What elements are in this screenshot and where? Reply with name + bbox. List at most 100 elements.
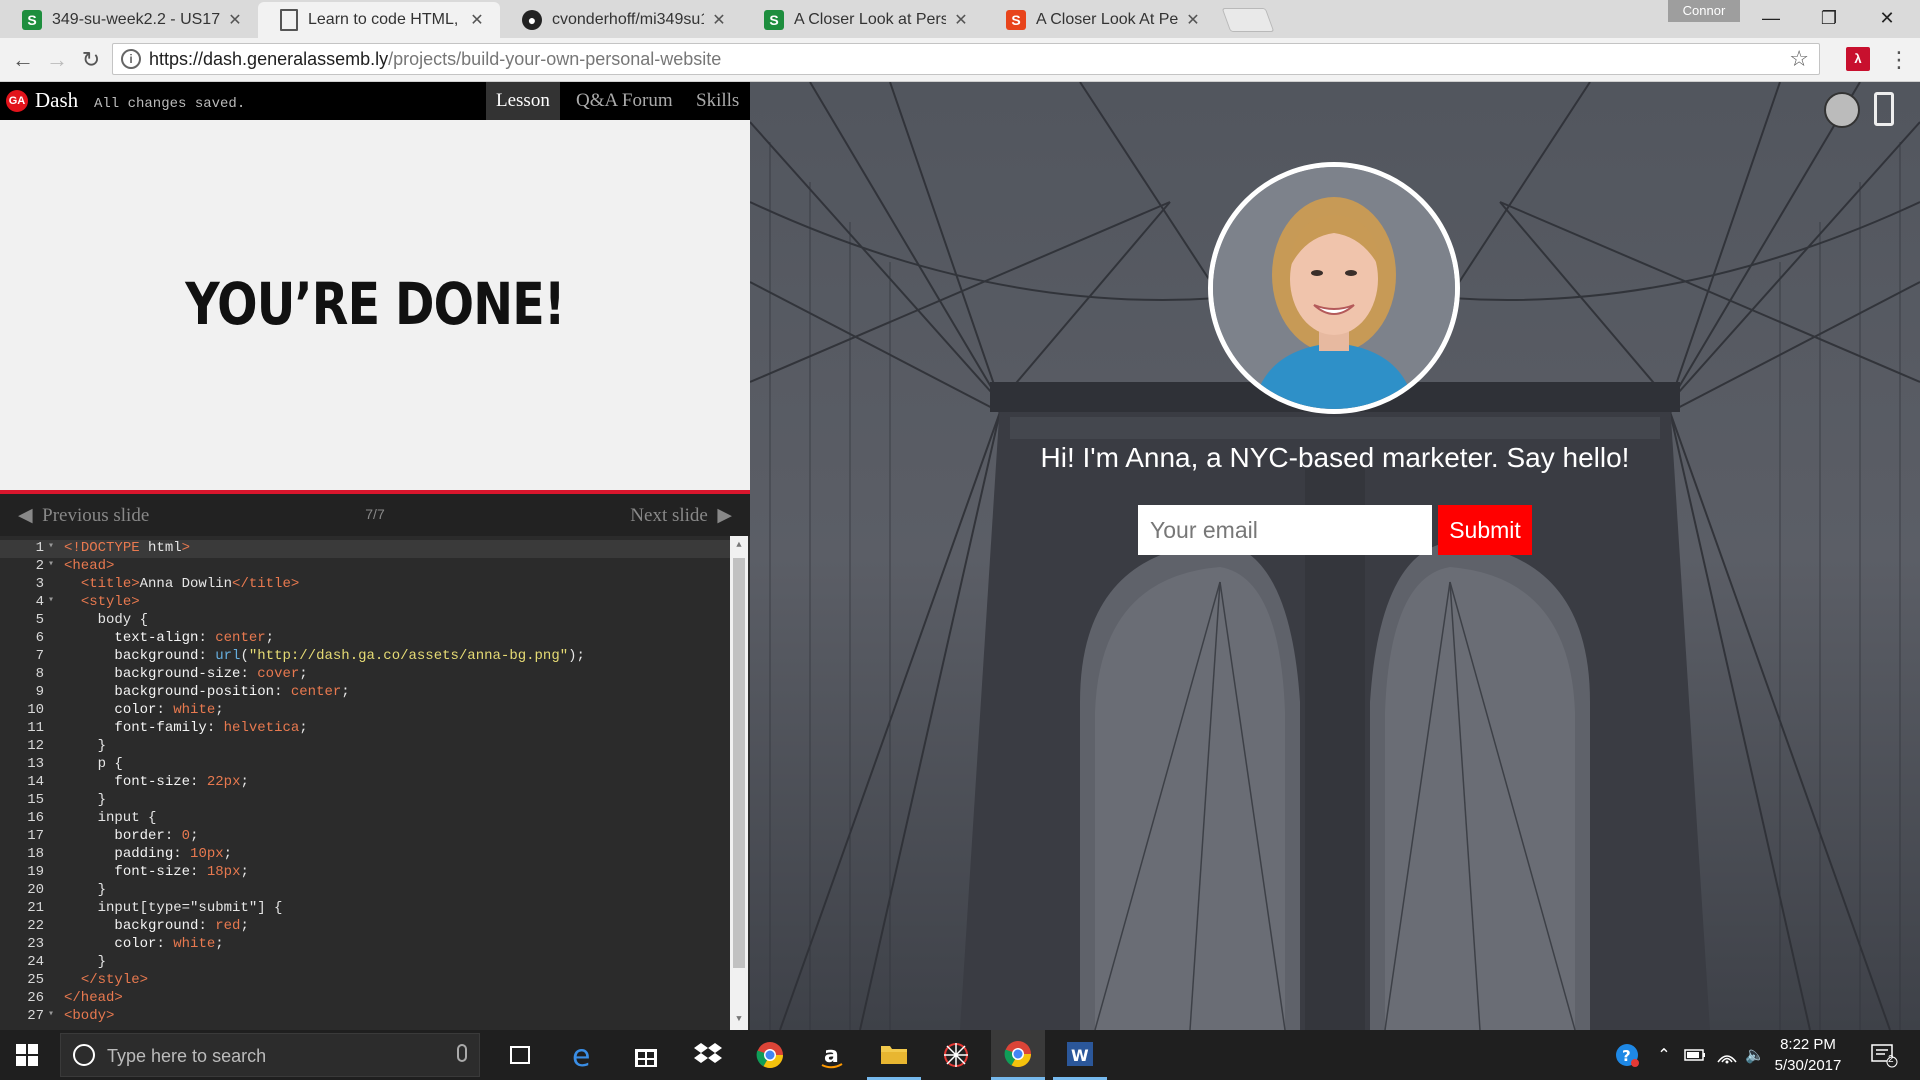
wifi-icon[interactable] <box>1712 1030 1742 1080</box>
code-line[interactable]: 25 </style> <box>0 972 730 990</box>
code-line[interactable]: 5 body { <box>0 612 730 630</box>
task-view-icon[interactable] <box>493 1030 547 1080</box>
code-line[interactable]: 12 } <box>0 738 730 756</box>
acrobat-extension-icon[interactable]: λ <box>1846 47 1870 71</box>
fold-arrow-icon[interactable]: ▾ <box>48 558 54 570</box>
scroll-up-icon[interactable]: ▲ <box>733 540 745 552</box>
code-line[interactable]: 17 border: 0; <box>0 828 730 846</box>
word-icon[interactable]: W <box>1053 1030 1107 1080</box>
code-line[interactable]: 1 ▾ <!DOCTYPE html> <box>0 540 730 558</box>
file-explorer-icon[interactable] <box>867 1030 921 1080</box>
code-line[interactable]: 11 font-family: helvetica; <box>0 720 730 738</box>
reload-icon[interactable]: ↻ <box>76 45 106 75</box>
info-icon[interactable]: i <box>121 49 141 69</box>
save-status: All changes saved. <box>94 96 246 112</box>
close-tab-icon[interactable]: ✕ <box>468 10 486 30</box>
code-text: <!DOCTYPE html> <box>64 540 191 556</box>
battery-icon[interactable] <box>1680 1030 1710 1080</box>
scroll-down-icon[interactable]: ▼ <box>733 1014 745 1026</box>
close-tab-icon[interactable]: ✕ <box>952 10 970 30</box>
code-text: border: 0; <box>114 828 199 844</box>
new-tab-button[interactable] <box>1221 8 1275 32</box>
amazon-icon[interactable]: a <box>805 1030 859 1080</box>
minimize-icon[interactable]: — <box>1742 0 1800 36</box>
close-tab-icon[interactable]: ✕ <box>1184 10 1202 30</box>
system-clock[interactable]: 8:22 PM 5/30/2017 <box>1768 1034 1848 1076</box>
store-icon[interactable] <box>619 1030 673 1080</box>
action-center-icon[interactable]: 2 <box>1862 1030 1906 1080</box>
address-bar[interactable]: i https://dash.generalassemb.ly/projects… <box>112 43 1820 75</box>
forward-arrow-icon[interactable]: → <box>42 45 72 75</box>
tab-qa-forum[interactable]: Q&A Forum <box>566 82 683 120</box>
code-line[interactable]: 9 background-position: center; <box>0 684 730 702</box>
code-line[interactable]: 24 } <box>0 954 730 972</box>
edge-browser-icon[interactable]: e <box>557 1030 611 1080</box>
code-editor[interactable]: 1 ▾ <!DOCTYPE html> 2 ▾ <head> 3 <title>Anna D… <box>0 536 750 1030</box>
windows-start-icon[interactable] <box>16 1044 38 1066</box>
mobile-view-icon[interactable] <box>1874 92 1894 126</box>
lesson-slide: YOU’RE DONE! <box>0 120 750 494</box>
tab-title: Learn to code HTML, CSS <box>308 11 462 28</box>
code-line[interactable]: 16 input { <box>0 810 730 828</box>
code-line[interactable]: 20 } <box>0 882 730 900</box>
code-line[interactable]: 14 font-size: 22px; <box>0 774 730 792</box>
code-text: text-align: center; <box>114 630 275 646</box>
taskbar-search-box[interactable] <box>60 1033 480 1077</box>
restore-icon[interactable]: ❐ <box>1800 0 1858 36</box>
browser-tab[interactable]: Learn to code HTML, CSS ✕ <box>258 2 500 38</box>
browser-tab[interactable]: S A Closer Look At Persona ✕ <box>984 2 1216 38</box>
fold-arrow-icon[interactable]: ▾ <box>48 594 54 606</box>
code-line[interactable]: 3 <title>Anna Dowlin</title> <box>0 576 730 594</box>
next-slide-button[interactable]: Next slide ▶ <box>630 504 732 527</box>
preview-toggle-button[interactable] <box>1824 92 1860 128</box>
browser-tab[interactable]: ● cvonderhoff/mi349su17 ✕ <box>500 2 742 38</box>
code-line[interactable]: 7 background: url("http://dash.ga.co/ass… <box>0 648 730 666</box>
chrome-icon[interactable] <box>743 1030 797 1080</box>
browser-tab[interactable]: S 349-su-week2.2 - US17-I ✕ <box>0 2 258 38</box>
code-line[interactable]: 2 ▾ <head> <box>0 558 730 576</box>
submit-button[interactable]: Submit <box>1438 505 1532 555</box>
code-line[interactable]: 18 padding: 10px; <box>0 846 730 864</box>
code-line[interactable]: 15 } <box>0 792 730 810</box>
code-line[interactable]: 19 font-size: 18px; <box>0 864 730 882</box>
close-tab-icon[interactable]: ✕ <box>226 10 244 30</box>
back-arrow-icon[interactable]: ← <box>8 45 38 75</box>
tab-skills[interactable]: Skills <box>686 82 749 120</box>
profile-button[interactable]: Connor <box>1668 0 1740 22</box>
code-text: font-family: helvetica; <box>114 720 308 736</box>
editor-scroll-thumb[interactable] <box>733 558 745 968</box>
help-icon[interactable]: ? <box>1612 1030 1642 1080</box>
taskbar-search-input[interactable] <box>105 1042 439 1070</box>
tab-lesson[interactable]: Lesson <box>486 82 560 120</box>
close-window-icon[interactable]: ✕ <box>1858 0 1916 36</box>
email-input[interactable] <box>1138 505 1432 555</box>
browser-menu-icon[interactable]: ⋮ <box>1888 46 1910 74</box>
fold-arrow-icon[interactable]: ▾ <box>48 540 54 552</box>
dash-title[interactable]: Dash <box>35 88 78 113</box>
code-text: <title>Anna Dowlin</title> <box>80 576 300 592</box>
spider-app-icon[interactable] <box>929 1030 983 1080</box>
code-line[interactable]: 27 ▾ <body> <box>0 1008 730 1026</box>
volume-icon[interactable]: 🔈 <box>1742 1030 1768 1080</box>
code-text: background-position: center; <box>114 684 350 700</box>
dropbox-icon[interactable] <box>681 1030 735 1080</box>
fold-arrow-icon[interactable]: ▾ <box>48 1008 54 1020</box>
code-line[interactable]: 10 color: white; <box>0 702 730 720</box>
code-line[interactable]: 23 color: white; <box>0 936 730 954</box>
line-number: 8 <box>35 666 44 682</box>
ga-logo[interactable]: GA <box>6 90 28 112</box>
cortana-icon[interactable] <box>73 1044 95 1066</box>
code-line[interactable]: 8 background-size: cover; <box>0 666 730 684</box>
close-tab-icon[interactable]: ✕ <box>710 10 728 30</box>
code-line[interactable]: 6 text-align: center; <box>0 630 730 648</box>
browser-tab[interactable]: S A Closer Look at Persona ✕ <box>742 2 984 38</box>
chrome-active-icon[interactable] <box>991 1030 1045 1080</box>
microphone-icon[interactable] <box>457 1044 467 1062</box>
bookmark-star-icon[interactable]: ☆ <box>1789 46 1809 72</box>
code-line[interactable]: 26 </head> <box>0 990 730 1008</box>
code-line[interactable]: 4 ▾ <style> <box>0 594 730 612</box>
code-line[interactable]: 22 background: red; <box>0 918 730 936</box>
code-line[interactable]: 13 p { <box>0 756 730 774</box>
code-line[interactable]: 21 input[type="submit"] { <box>0 900 730 918</box>
chevron-up-icon[interactable]: ⌃ <box>1652 1030 1676 1080</box>
